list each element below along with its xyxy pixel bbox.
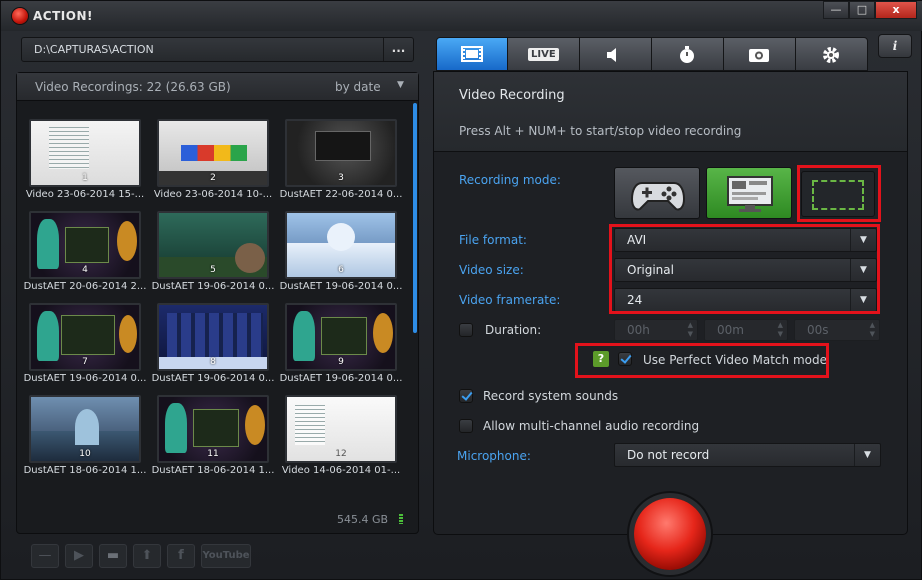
recording-thumbnail[interactable]: 12 Video 14-06-2014 01-... (282, 395, 400, 479)
recordings-count: Video Recordings: 22 (26.63 GB) (35, 80, 231, 94)
stepper-arrows-icon[interactable]: ▲ ▼ (688, 321, 693, 339)
duration-label: Duration: (485, 323, 542, 337)
sort-dropdown[interactable]: by date (335, 80, 381, 94)
app-title: ACTION! (33, 9, 93, 23)
recording-thumbnail[interactable]: 5 DustAET 19-06-2014 0... (152, 211, 274, 295)
system-sounds-checkbox[interactable] (459, 389, 473, 403)
highlight-format-settings (609, 224, 880, 314)
app-logo-icon (12, 8, 28, 24)
duration-hours-stepper[interactable]: 00h ▲ ▼ (614, 319, 698, 341)
stepper-arrows-icon[interactable]: ▲ ▼ (870, 321, 875, 339)
recording-thumbnail[interactable]: 10 DustAET 18-06-2014 1... (24, 395, 146, 479)
file-format-label: File format: (459, 233, 527, 247)
microphone-dropdown[interactable]: Do not record ▼ (614, 443, 881, 467)
tab-live[interactable]: LIVE (508, 37, 580, 71)
duration-seconds-stepper[interactable]: 00s ▲ ▼ (794, 319, 880, 341)
youtube-button[interactable]: YouTube (201, 544, 251, 568)
upload-icon[interactable]: ⬆ (133, 544, 161, 568)
gear-icon (823, 47, 839, 63)
settings-tabs: LIVE (436, 37, 869, 71)
recording-thumbnail[interactable]: 8 DustAET 19-06-2014 0... (152, 303, 274, 387)
mode-game-button[interactable] (614, 167, 700, 219)
disk-free-space: 545.4 GB (337, 513, 389, 526)
tab-benchmark[interactable] (652, 37, 724, 71)
duration-minutes-stepper[interactable]: 00m ▲ ▼ (704, 319, 788, 341)
record-button[interactable] (634, 498, 706, 570)
recording-thumbnail[interactable]: 1 Video 23-06-2014 15-... (26, 119, 144, 203)
play-button[interactable]: ▶ (65, 544, 93, 568)
info-button[interactable]: i (878, 34, 912, 58)
system-sounds-label: Record system sounds (483, 389, 619, 403)
recording-path-value: D:\CAPTURAS\ACTION (34, 43, 154, 56)
duration-checkbox[interactable] (459, 323, 473, 337)
hotkey-hint: Press Alt + NUM+ to start/stop video rec… (459, 124, 742, 138)
tab-settings[interactable] (796, 37, 868, 71)
recording-thumbnail[interactable]: 11 DustAET 18-06-2014 1... (152, 395, 274, 479)
recording-thumbnail[interactable]: 7 DustAET 19-06-2014 0... (24, 303, 146, 387)
browse-folder-button[interactable]: ... (383, 38, 413, 61)
recordings-scrollbar[interactable] (413, 103, 417, 333)
title-bar: ACTION! — □ x (1, 1, 922, 31)
recording-mode-label: Recording mode: (459, 173, 561, 187)
recording-thumbnail[interactable]: 3 DustAET 22-06-2014 0... (280, 119, 402, 203)
recording-path-field[interactable]: D:\CAPTURAS\ACTION ... (21, 37, 414, 62)
multichannel-checkbox[interactable] (459, 419, 473, 433)
monitor-icon (727, 176, 773, 212)
video-framerate-label: Video framerate: (459, 293, 561, 307)
panel-header: Video Recording Press Alt + NUM+ to star… (434, 72, 907, 152)
microphone-label: Microphone: (457, 449, 531, 463)
recording-thumbnail[interactable]: 4 DustAET 20-06-2014 2... (24, 211, 146, 295)
camera-icon (749, 49, 769, 62)
tab-video-recording[interactable] (436, 37, 508, 71)
disk-level-icon (399, 514, 403, 524)
highlight-perfect-match (575, 343, 829, 378)
speaker-icon (607, 48, 616, 62)
minimize-button[interactable]: — (823, 1, 849, 19)
stopwatch-icon (680, 46, 694, 63)
recording-thumbnail[interactable]: 2 Video 23-06-2014 10-... (154, 119, 272, 203)
maximize-button[interactable]: □ (849, 1, 875, 19)
film-icon (461, 46, 483, 62)
tab-screenshot[interactable] (724, 37, 796, 71)
panel-title: Video Recording (459, 88, 565, 103)
recording-thumbnail[interactable]: 9 DustAET 19-06-2014 0... (280, 303, 402, 387)
recording-thumbnail[interactable]: 6 DustAET 19-06-2014 0... (280, 211, 402, 295)
delete-button[interactable]: — (31, 544, 59, 568)
app-window: ACTION! — □ x D:\CAPTURAS\ACTION ... Vid… (0, 0, 922, 580)
chevron-down-icon: ▼ (854, 444, 880, 466)
mode-desktop-button[interactable] (706, 167, 792, 219)
gamepad-icon (630, 182, 686, 211)
recordings-panel: Video Recordings: 22 (26.63 GB) by date … (16, 72, 419, 534)
tab-audio[interactable] (580, 37, 652, 71)
highlight-region-mode (797, 165, 881, 222)
live-icon: LIVE (528, 48, 559, 61)
close-button[interactable]: x (875, 1, 917, 19)
sort-chevron-down-icon[interactable]: ▼ (397, 80, 404, 90)
facebook-icon[interactable]: f (167, 544, 195, 568)
stepper-arrows-icon[interactable]: ▲ ▼ (778, 321, 783, 339)
open-folder-icon[interactable]: ▬ (99, 544, 127, 568)
recordings-header: Video Recordings: 22 (26.63 GB) by date … (17, 73, 418, 101)
video-size-label: Video size: (459, 263, 524, 277)
multichannel-label: Allow multi-channel audio recording (483, 419, 700, 433)
